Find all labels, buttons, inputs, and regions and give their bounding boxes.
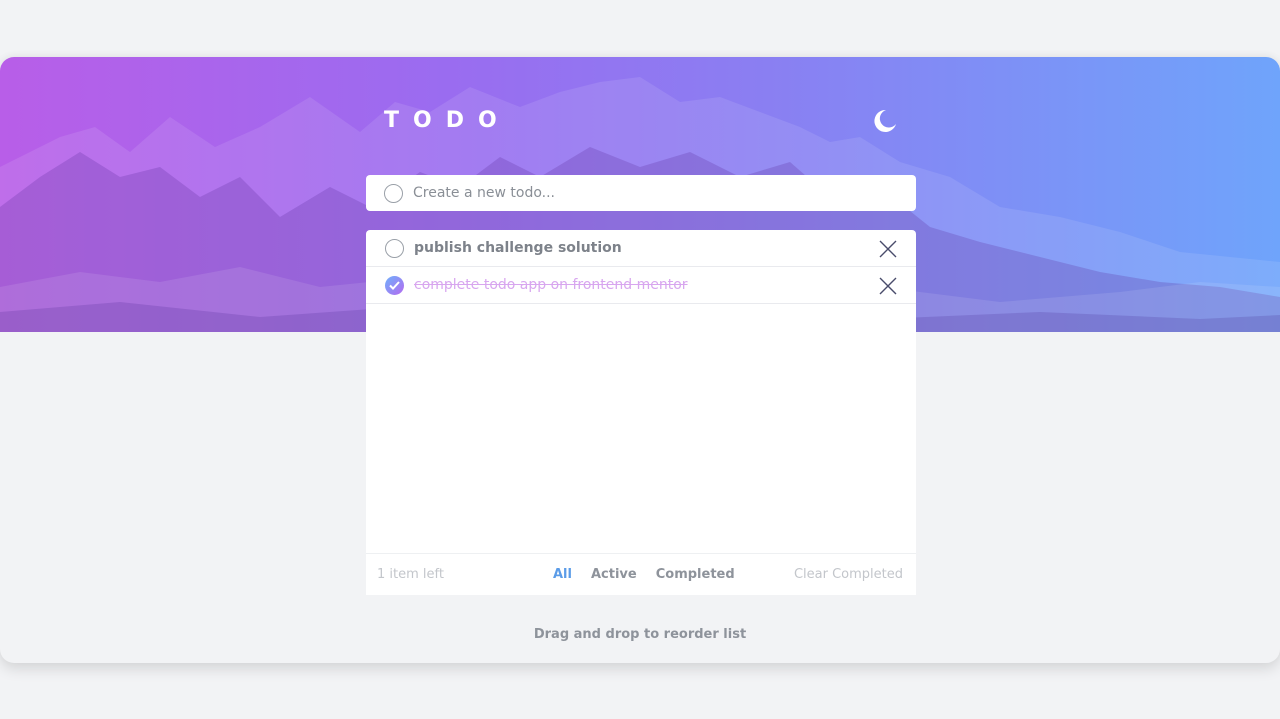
- todo-item[interactable]: publish challenge solution: [366, 230, 916, 267]
- unchecked-circle-icon[interactable]: [385, 238, 404, 258]
- todo-item-text: complete todo app on frontend mentor: [414, 277, 688, 293]
- app-window: TODO publish challenge solution: [0, 57, 1280, 663]
- moon-icon[interactable]: [872, 108, 898, 134]
- todo-item-text: publish challenge solution: [414, 240, 622, 256]
- close-icon[interactable]: [878, 276, 898, 296]
- filter-completed[interactable]: Completed: [656, 567, 735, 582]
- close-icon[interactable]: [878, 239, 898, 259]
- items-left-count: 1 item left: [377, 567, 444, 582]
- filter-active[interactable]: Active: [591, 567, 637, 582]
- todo-item[interactable]: complete todo app on frontend mentor: [366, 267, 916, 304]
- new-todo-circle-icon[interactable]: [384, 183, 403, 203]
- new-todo-input[interactable]: [413, 185, 873, 201]
- app-title: TODO: [384, 108, 511, 133]
- todo-footer: 1 item left All Active Completed Clear C…: [366, 553, 916, 595]
- new-todo-bar: [366, 175, 916, 211]
- clear-completed-button[interactable]: Clear Completed: [794, 567, 903, 582]
- todo-list: publish challenge solution complete todo…: [366, 230, 916, 595]
- filter-all[interactable]: All: [553, 567, 572, 582]
- filter-group: All Active Completed: [553, 567, 735, 582]
- drag-drop-hint: Drag and drop to reorder list: [533, 627, 747, 642]
- checked-circle-icon[interactable]: [385, 275, 404, 295]
